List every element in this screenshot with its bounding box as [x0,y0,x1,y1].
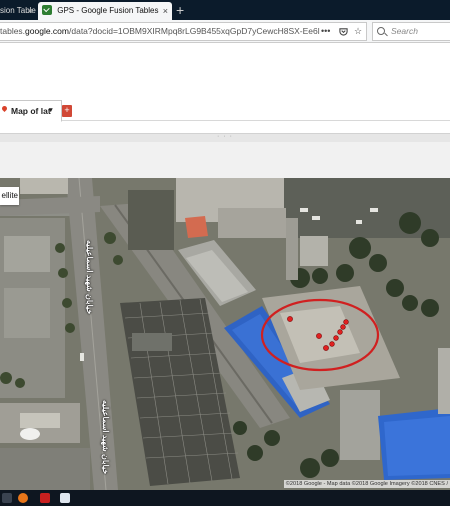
fusion-tabs-row: Map of lat ▾ + [0,100,450,122]
street-label: خیابان شهید اسماعیلیه [101,400,110,475]
address-bar[interactable]: tables.google.com/data?docid=1OBM9XIRMpq… [0,22,367,41]
chevron-down-icon[interactable]: ▾ [49,101,53,121]
tab-label: Map of lat [11,106,51,116]
new-tab-button[interactable]: + [176,1,184,19]
search-input[interactable]: Search [372,22,450,41]
map-attribution: ©2018 Google - Map data ©2018 Google Ima… [283,480,450,488]
browser-tab-fusion-tables[interactable]: sion Tables × [0,2,36,20]
satellite-toggle-button[interactable]: ellite [0,187,19,205]
menu-dots-icon[interactable]: ••• [320,23,332,40]
satellite-map[interactable]: ellite خیابان شهید اسماعیلیه خیابان شهید… [0,178,450,490]
url-domain: google.com [25,26,69,36]
pocket-icon[interactable] [338,23,349,40]
close-tab-icon[interactable]: × [163,2,168,20]
search-icon [377,27,385,35]
close-tab-icon[interactable]: × [28,2,33,20]
map-pin-icon [0,104,9,113]
adobe-pdf-icon[interactable] [40,493,50,503]
url-path: /data?docid=1OBM9XIRMpq8rLG9B455xqGpD7yC… [69,26,320,36]
search-placeholder: Search [391,26,418,36]
browser-tab-gps[interactable]: GPS - Google Fusion Tables × [38,2,172,20]
firefox-icon[interactable] [18,493,28,503]
street-label: خیابان شهید اسماعیلیه [85,240,94,315]
os-taskbar [0,490,450,506]
bookmark-star-icon[interactable]: ☆ [353,23,364,40]
map-toolbar-strip [0,142,450,178]
page-header-area [0,43,450,100]
tab-title: GPS - Google Fusion Tables [57,6,159,15]
browser-nav-bar: tables.google.com/data?docid=1OBM9XIRMpq… [0,20,450,43]
fusion-tables-favicon-icon [42,5,52,15]
url-prefix: tables. [0,26,26,36]
add-tab-button[interactable]: + [62,105,72,117]
app-icon[interactable] [60,493,70,503]
tab-map-of-lat[interactable]: Map of lat ▾ [0,100,62,122]
satellite-imagery [0,178,450,490]
browser-tab-strip: sion Tables × GPS - Google Fusion Tables… [0,0,450,20]
file-explorer-icon[interactable] [2,493,12,503]
